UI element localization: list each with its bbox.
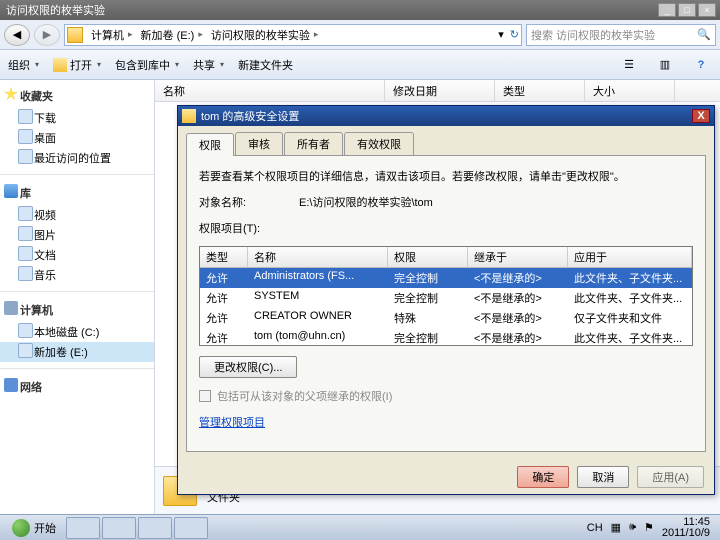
nav-music[interactable]: 音乐 xyxy=(0,265,154,285)
dialog-tabs: 权限 审核 所有者 有效权限 xyxy=(178,126,714,155)
column-headers[interactable]: 名称 修改日期 类型 大小 xyxy=(155,80,720,102)
navigation-bar: ◀ ▶ 计算机 新加卷 (E:) 访问权限的枚举实验 ▾ ↻ 搜索 访问权限的枚… xyxy=(0,20,720,50)
object-name-value: E:\访问权限的枚举实验\tom xyxy=(299,194,433,210)
close-button[interactable]: × xyxy=(698,3,716,17)
dialog-titlebar: tom 的高级安全设置 X xyxy=(178,106,714,126)
organize-menu[interactable]: 组织 xyxy=(8,57,39,73)
tab-effective[interactable]: 有效权限 xyxy=(344,132,414,155)
minimize-button[interactable]: _ xyxy=(658,3,676,17)
window-title: 访问权限的枚举实验 xyxy=(6,2,656,18)
permissions-table[interactable]: 类型 名称 权限 继承于 应用于 允许Administrators (FS...… xyxy=(199,246,693,346)
search-placeholder: 搜索 访问权限的枚举实验 xyxy=(531,27,655,43)
address-bar[interactable]: 计算机 新加卷 (E:) 访问权限的枚举实验 ▾ ↻ xyxy=(64,24,522,46)
perm-row[interactable]: 允许tom (tom@uhn.cn)完全控制<不是继承的>此文件夹、子文件夹..… xyxy=(200,328,692,348)
preview-icon[interactable]: ▥ xyxy=(654,54,676,76)
clock[interactable]: 11:45 2011/10/9 xyxy=(662,517,710,539)
open-menu[interactable]: 打开 xyxy=(53,57,101,73)
checkbox-icon[interactable] xyxy=(199,390,211,402)
nav-computer[interactable]: 计算机 xyxy=(0,298,154,322)
breadcrumb-seg[interactable]: 新加卷 (E:) xyxy=(137,25,207,45)
apply-button[interactable]: 应用(A) xyxy=(637,466,704,488)
nav-network[interactable]: 网络 xyxy=(0,375,154,399)
advanced-security-dialog: tom 的高级安全设置 X 权限 审核 所有者 有效权限 若要查看某个权限项目的… xyxy=(177,105,715,495)
nav-drive-c[interactable]: 本地磁盘 (C:) xyxy=(0,322,154,342)
folder-icon xyxy=(53,58,67,72)
nav-recent[interactable]: 最近访问的位置 xyxy=(0,148,154,168)
windows-orb-icon xyxy=(12,519,30,537)
tab-auditing[interactable]: 审核 xyxy=(235,132,283,155)
tab-content: 若要查看某个权限项目的详细信息，请双击该项目。若要修改权限，请单击"更改权限"。… xyxy=(186,155,706,452)
help-icon[interactable]: ? xyxy=(690,54,712,76)
col-name[interactable]: 名称 xyxy=(155,80,385,101)
perm-row[interactable]: 允许SYSTEM完全控制<不是继承的>此文件夹、子文件夹... xyxy=(200,288,692,308)
nav-desktop[interactable]: 桌面 xyxy=(0,128,154,148)
nav-documents[interactable]: 文档 xyxy=(0,245,154,265)
manage-permissions-link[interactable]: 管理权限项目 xyxy=(199,417,265,429)
taskbar-app[interactable] xyxy=(174,517,208,539)
forward-button[interactable]: ▶ xyxy=(34,24,60,46)
change-permissions-button[interactable]: 更改权限(C)... xyxy=(199,356,297,378)
taskbar[interactable]: 开始 CH ▦ 🕪 ⚑ 11:45 2011/10/9 xyxy=(0,514,720,540)
taskbar-app[interactable] xyxy=(66,517,100,539)
tray-icon[interactable]: ⚑ xyxy=(644,521,654,534)
nav-downloads[interactable]: 下载 xyxy=(0,108,154,128)
breadcrumb-seg[interactable]: 访问权限的枚举实验 xyxy=(207,25,323,45)
search-icon: 🔍 xyxy=(697,28,711,41)
folder-icon xyxy=(67,27,83,43)
cancel-button[interactable]: 取消 xyxy=(577,466,629,488)
ime-indicator[interactable]: CH xyxy=(587,522,603,534)
nav-videos[interactable]: 视频 xyxy=(0,205,154,225)
perm-row[interactable]: 允许Administrators (FS...完全控制<不是继承的>此文件夹、子… xyxy=(200,268,692,288)
back-button[interactable]: ◀ xyxy=(4,24,30,46)
perm-col-inherit[interactable]: 继承于 xyxy=(468,247,568,267)
object-name-label: 对象名称: xyxy=(199,194,289,210)
nav-favorites[interactable]: 收藏夹 xyxy=(0,84,154,108)
explorer-toolbar: 组织 打开 包含到库中 共享 新建文件夹 ☰ ▥ ? xyxy=(0,50,720,80)
col-type[interactable]: 类型 xyxy=(495,80,585,101)
dropdown-icon[interactable]: ▾ xyxy=(498,28,504,41)
view-icon[interactable]: ☰ xyxy=(618,54,640,76)
system-tray[interactable]: CH ▦ 🕪 ⚑ 11:45 2011/10/9 xyxy=(587,517,716,539)
perm-col-name[interactable]: 名称 xyxy=(248,247,388,267)
perm-col-perm[interactable]: 权限 xyxy=(388,247,468,267)
perm-header[interactable]: 类型 名称 权限 继承于 应用于 xyxy=(200,247,692,268)
perm-items-label: 权限项目(T): xyxy=(199,220,693,236)
col-date[interactable]: 修改日期 xyxy=(385,80,495,101)
nav-libraries[interactable]: 库 xyxy=(0,181,154,205)
start-button[interactable]: 开始 xyxy=(4,517,64,539)
tray-icon[interactable]: 🕪 xyxy=(629,521,636,534)
tab-permissions[interactable]: 权限 xyxy=(186,133,234,156)
folder-icon xyxy=(182,109,196,123)
dialog-close-button[interactable]: X xyxy=(692,109,710,123)
breadcrumb-seg[interactable]: 计算机 xyxy=(87,25,137,45)
dialog-buttons: 确定 取消 应用(A) xyxy=(178,460,714,494)
search-input[interactable]: 搜索 访问权限的枚举实验 🔍 xyxy=(526,24,716,46)
tray-icon[interactable]: ▦ xyxy=(611,521,621,534)
perm-col-apply[interactable]: 应用于 xyxy=(568,247,692,267)
tab-owner[interactable]: 所有者 xyxy=(284,132,343,155)
refresh-icon[interactable]: ↻ xyxy=(510,28,519,41)
dialog-title: tom 的高级安全设置 xyxy=(201,108,692,124)
nav-pictures[interactable]: 图片 xyxy=(0,225,154,245)
window-titlebar: 访问权限的枚举实验 _ □ × xyxy=(0,0,720,20)
share-menu[interactable]: 共享 xyxy=(193,57,224,73)
include-menu[interactable]: 包含到库中 xyxy=(115,57,179,73)
new-folder-button[interactable]: 新建文件夹 xyxy=(238,57,298,73)
col-size[interactable]: 大小 xyxy=(585,80,675,101)
taskbar-app[interactable] xyxy=(102,517,136,539)
instruction-text: 若要查看某个权限项目的详细信息，请双击该项目。若要修改权限，请单击"更改权限"。 xyxy=(199,168,693,184)
perm-col-type[interactable]: 类型 xyxy=(200,247,248,267)
ok-button[interactable]: 确定 xyxy=(517,466,569,488)
inherit-checkbox[interactable]: 包括可从该对象的父项继承的权限(I) xyxy=(199,388,693,404)
perm-row[interactable]: 允许CREATOR OWNER特殊<不是继承的>仅子文件夹和文件 xyxy=(200,308,692,328)
taskbar-app[interactable] xyxy=(138,517,172,539)
nav-drive-e[interactable]: 新加卷 (E:) xyxy=(0,342,154,362)
navigation-pane[interactable]: 收藏夹 下载 桌面 最近访问的位置 库 视频 图片 文档 音乐 计算机 本地磁盘… xyxy=(0,80,155,514)
maximize-button[interactable]: □ xyxy=(678,3,696,17)
